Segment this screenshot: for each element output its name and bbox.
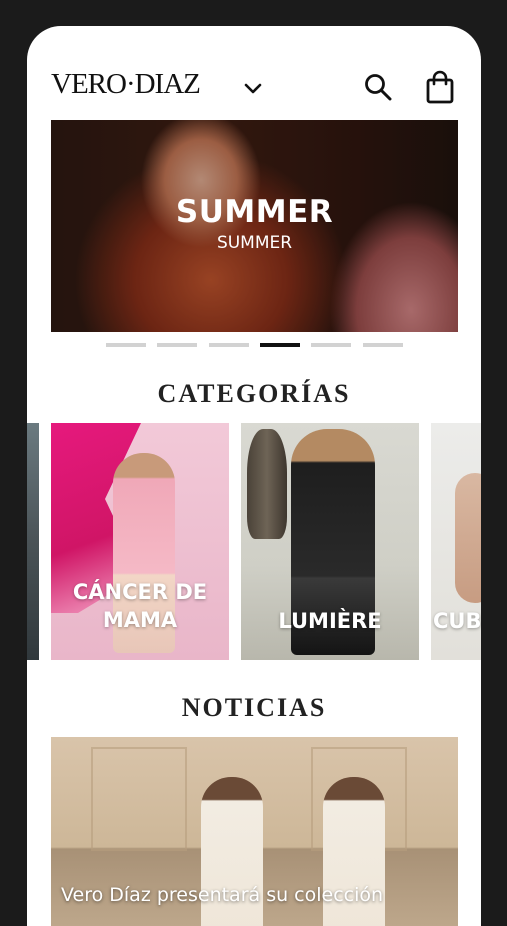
- news-headline[interactable]: Vero Díaz presentará su colección: [61, 884, 383, 906]
- hero-title: SUMMER: [175, 194, 334, 230]
- carousel-dot[interactable]: [363, 343, 403, 347]
- carousel-dot[interactable]: [106, 343, 146, 347]
- category-card-lumiere[interactable]: LUMIÈRE: [241, 423, 419, 660]
- news-card[interactable]: Vero Díaz presentará su colección: [51, 737, 458, 926]
- search-icon[interactable]: [363, 72, 393, 102]
- category-image: [247, 429, 287, 539]
- news-heading: NOTICIAS: [181, 693, 327, 722]
- category-label: LUMIÈRE: [278, 609, 382, 633]
- category-label: CUB: [433, 609, 481, 633]
- brand-logo[interactable]: VERO·DIAZ: [51, 70, 201, 99]
- carousel-dot[interactable]: [209, 343, 249, 347]
- category-card-cancer-de-mama[interactable]: CÁNCER DE MAMA: [51, 423, 229, 660]
- hero-subtitle: SUMMER: [216, 233, 293, 253]
- categories-heading: CATEGORÍAS: [157, 379, 351, 408]
- category-label: CÁNCER DE MAMA: [72, 580, 208, 632]
- category-card-partial[interactable]: [27, 423, 39, 660]
- shopping-bag-icon[interactable]: [425, 70, 455, 104]
- carousel-dot-active[interactable]: [260, 343, 300, 347]
- chevron-down-icon[interactable]: [242, 78, 264, 98]
- carousel-dot[interactable]: [157, 343, 197, 347]
- news-image: [91, 747, 187, 851]
- category-card-cub[interactable]: CUB: [431, 423, 481, 660]
- categories-carousel[interactable]: CÁNCER DE MAMA LUMIÈRE CUB: [27, 423, 481, 660]
- category-model: [455, 473, 481, 603]
- hero-banner[interactable]: SUMMER SUMMER: [51, 120, 458, 332]
- carousel-dot[interactable]: [311, 343, 351, 347]
- app-screen: VERO·DIAZ SUMMER SUMMER CATEGORÍAS CÁNCE…: [27, 26, 481, 926]
- app-header: VERO·DIAZ: [27, 26, 481, 120]
